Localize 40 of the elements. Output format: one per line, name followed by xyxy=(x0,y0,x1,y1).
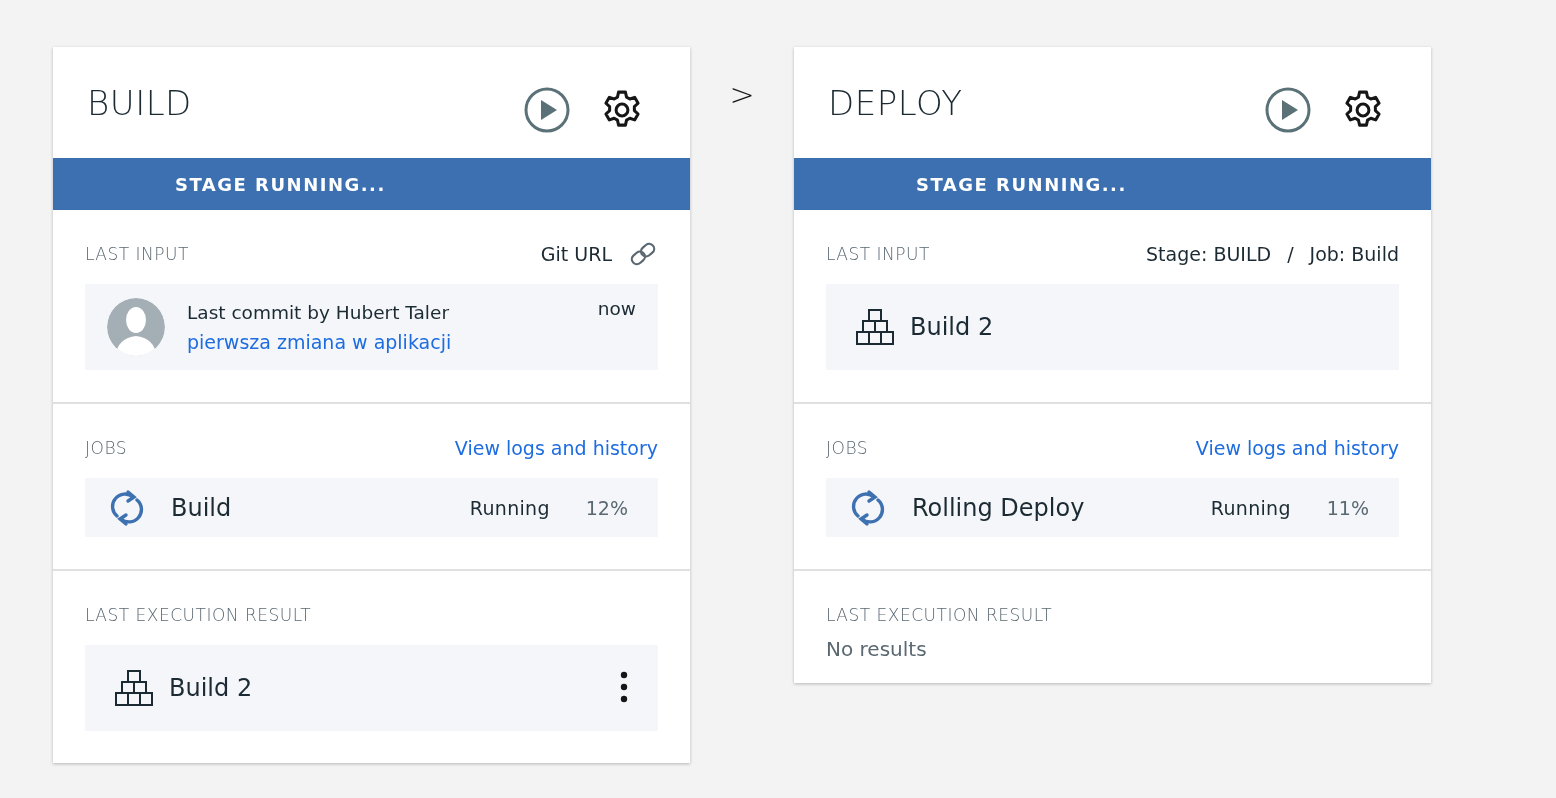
blocks-icon xyxy=(115,670,153,706)
commit-time: now xyxy=(597,298,636,319)
commit-message-link[interactable]: pierwsza zmiana w aplikacji xyxy=(187,330,576,353)
job-name: Build xyxy=(171,493,233,522)
blocks-icon xyxy=(856,309,894,345)
logs-link[interactable]: View logs and history xyxy=(1195,437,1399,459)
avatar-icon xyxy=(107,298,165,356)
section-label: JOBS xyxy=(826,438,869,458)
job-status: Running xyxy=(469,496,550,519)
chevron-icon: > xyxy=(690,77,794,112)
source-link[interactable]: Git URL xyxy=(540,243,612,265)
play-icon[interactable] xyxy=(1265,87,1311,133)
stage-title: BUILD xyxy=(87,83,193,123)
build-name: Build 2 xyxy=(169,674,254,702)
section-label: LAST INPUT xyxy=(85,244,189,264)
stage-title: DEPLOY xyxy=(828,83,964,123)
section-label: LAST EXECUTION RESULT xyxy=(826,605,1053,625)
commit-author: Last commit by Hubert Taler xyxy=(187,301,450,323)
job-name: Rolling Deploy xyxy=(912,493,1086,522)
job-percent: 12% xyxy=(585,496,628,519)
section-label: JOBS xyxy=(85,438,128,458)
section-label: LAST INPUT xyxy=(826,244,930,264)
overflow-menu-icon[interactable] xyxy=(620,671,628,705)
job-status: Running xyxy=(1210,496,1291,519)
status-banner: STAGE RUNNING... xyxy=(53,158,690,210)
logs-link[interactable]: View logs and history xyxy=(454,437,658,459)
job-row[interactable]: Build Running 12% xyxy=(85,478,658,537)
sync-icon xyxy=(109,487,145,528)
job-percent: 11% xyxy=(1326,496,1369,519)
empty-message: No results xyxy=(826,637,928,661)
section-label: LAST EXECUTION RESULT xyxy=(85,605,312,625)
play-icon[interactable] xyxy=(524,87,570,133)
job-row[interactable]: Rolling Deploy Running 11% xyxy=(826,478,1399,537)
status-banner: STAGE RUNNING... xyxy=(794,158,1431,210)
sync-icon xyxy=(850,487,886,528)
source-path: Job: Build xyxy=(1309,243,1399,265)
link-icon[interactable] xyxy=(628,242,658,266)
source-path: Stage: BUILD xyxy=(1146,243,1272,265)
path-separator: / xyxy=(1287,243,1294,265)
build-name: Build 2 xyxy=(910,313,994,341)
